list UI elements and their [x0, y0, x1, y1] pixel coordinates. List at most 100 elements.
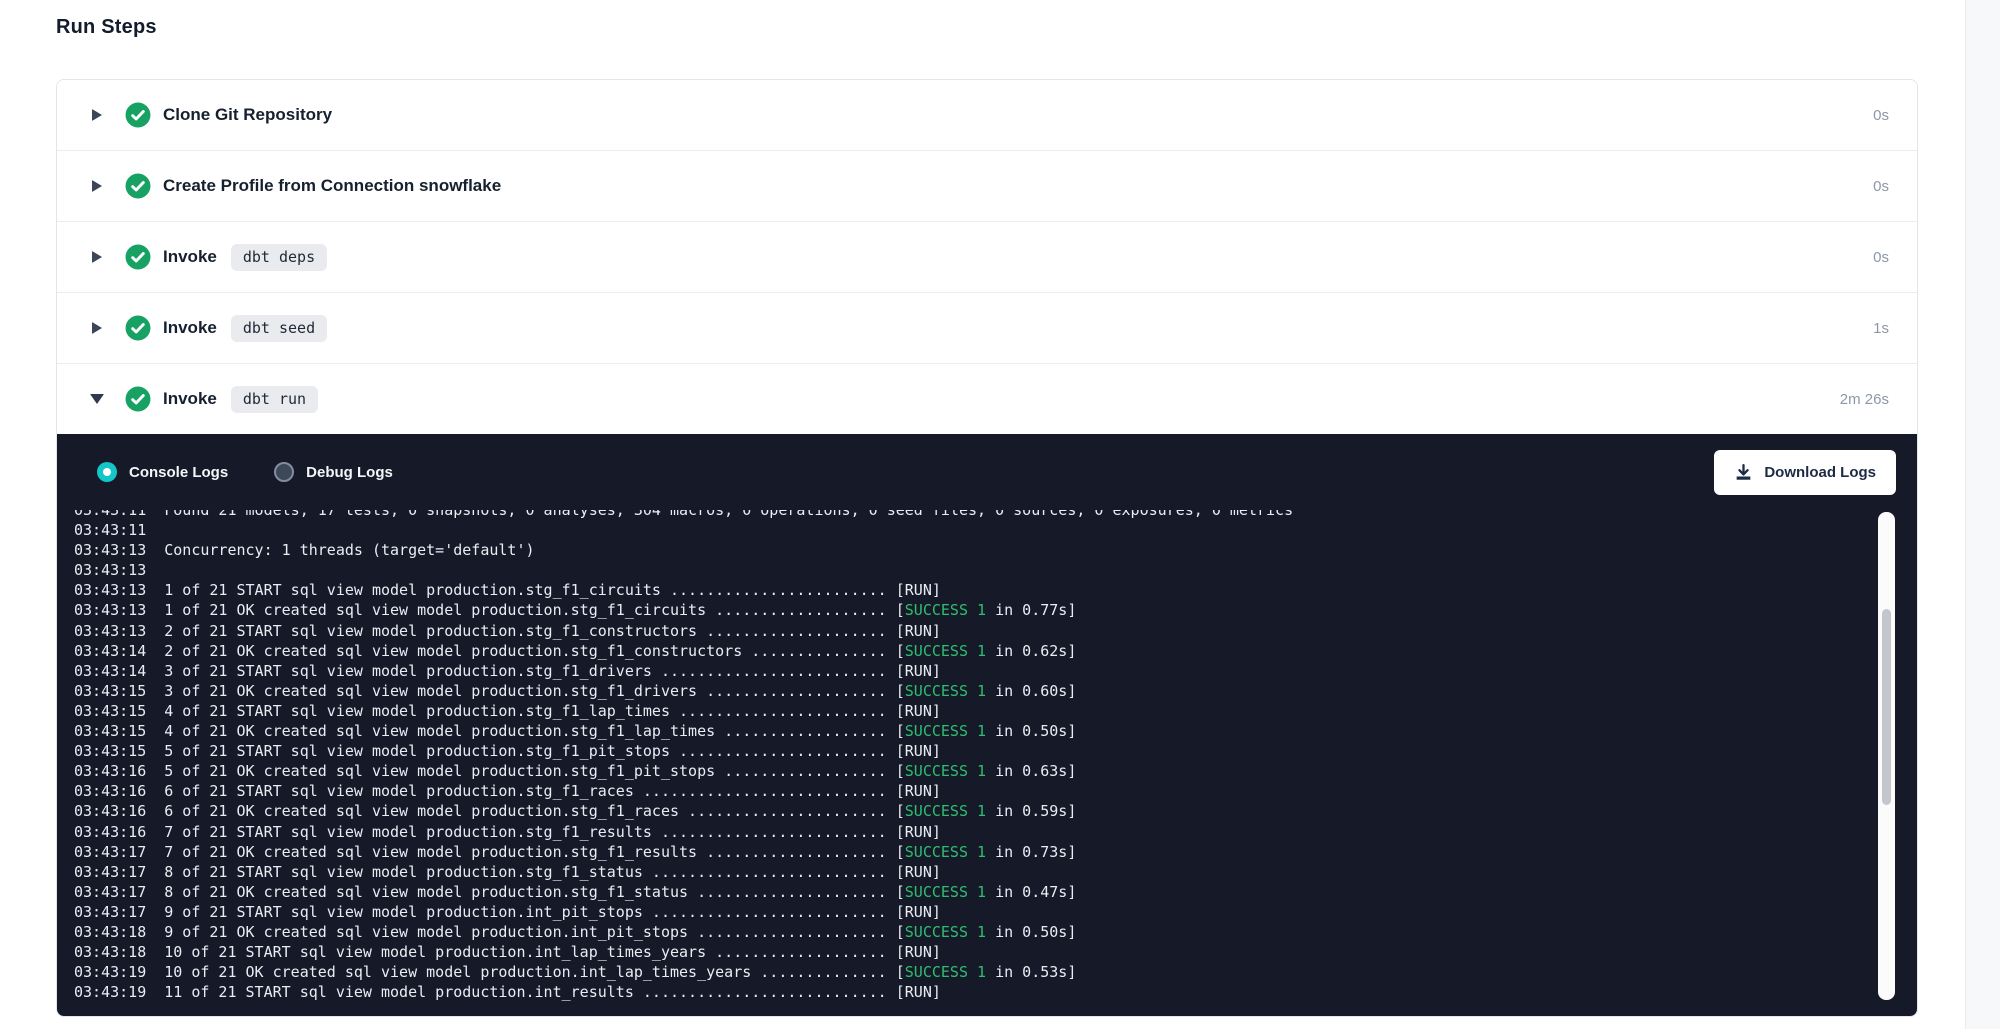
tab-debug-logs[interactable]: Debug Logs — [274, 462, 393, 482]
log-scrollbar[interactable] — [1878, 512, 1895, 1000]
log-timestamp: 03:43:11 — [74, 521, 146, 539]
run-step-row-invoke-dbt-seed[interactable]: Invokedbt seed1s — [57, 292, 1917, 363]
log-line: 03:43:167 of 21 START sql view model pro… — [74, 822, 1917, 842]
log-line: 03:43:17 9 of 21 START sql view model pro… — [74, 902, 1917, 922]
log-timestamp: 03:43:17 — [74, 903, 146, 921]
log-scrollbar-thumb[interactable] — [1882, 609, 1891, 805]
log-text: 2 of 21 OK created sql view model produc… — [164, 642, 905, 660]
radio-selected-icon[interactable] — [97, 462, 117, 482]
log-text: in 0.63s] — [986, 762, 1076, 780]
log-timestamp: 03:43:13 — [74, 581, 146, 599]
run-step-row-create-profile-from-connection-snowflake[interactable]: Create Profile from Connection snowflake… — [57, 150, 1917, 221]
log-text: 1 of 21 START sql view model production.… — [164, 581, 941, 599]
step-duration: 2m 26s — [1840, 391, 1889, 408]
step-duration: 0s — [1873, 249, 1889, 266]
log-timestamp: 03:43:16 — [74, 762, 146, 780]
log-message: 4 of 21 OK created sql view model produc… — [164, 722, 1076, 740]
log-text: 5 of 21 START sql view model production.… — [164, 742, 941, 760]
log-text: in 0.77s] — [986, 601, 1076, 619]
log-line: 03:43:14 3 of 21 START sql view model pro… — [74, 661, 1917, 681]
log-text: 11 of 21 START sql view model production… — [164, 983, 941, 1001]
tab-label: Console Logs — [129, 464, 228, 481]
log-timestamp: 03:43:13 — [74, 601, 146, 619]
caret-right-icon[interactable] — [89, 180, 104, 192]
log-line: 03:43:19 10 of 21 OK created sql view mod… — [74, 962, 1917, 982]
log-text: 8 of 21 OK created sql view model produc… — [164, 883, 905, 901]
command-badge: dbt deps — [231, 244, 327, 271]
log-text: 8 of 21 START sql view model production.… — [164, 863, 941, 881]
step-label: Invoke — [163, 247, 217, 267]
log-text: Concurrency: 1 threads (target='default'… — [164, 541, 534, 559]
right-gutter — [1965, 0, 2000, 1029]
log-line: 03:43:1810 of 21 START sql view model pr… — [74, 942, 1917, 962]
caret-shape — [92, 251, 102, 263]
log-text: in 0.47s] — [986, 883, 1076, 901]
log-message: 1 of 21 START sql view model production.… — [164, 581, 941, 599]
log-message: 3 of 21 START sql view model production.… — [164, 662, 941, 680]
log-text: in 0.60s] — [986, 682, 1076, 700]
log-message: 7 of 21 OK created sql view model produc… — [164, 843, 1076, 861]
log-success-text: SUCCESS 1 — [905, 682, 986, 700]
log-text: in 0.59s] — [986, 802, 1076, 820]
download-logs-button[interactable]: Download Logs — [1714, 450, 1896, 495]
step-duration: 0s — [1873, 107, 1889, 124]
log-text: 9 of 21 START sql view model production.… — [164, 903, 941, 921]
check-circle-icon — [125, 244, 151, 270]
caret-down-icon[interactable] — [89, 394, 104, 404]
log-text: 10 of 21 OK created sql view model produ… — [164, 963, 905, 981]
log-text: 7 of 21 START sql view model production.… — [164, 823, 941, 841]
log-timestamp: 03:43:14 — [74, 642, 146, 660]
run-step-row-clone-git-repository[interactable]: Clone Git Repository 0s — [57, 80, 1917, 150]
log-text: 4 of 21 OK created sql view model produc… — [164, 722, 905, 740]
caret-right-icon[interactable] — [89, 251, 104, 263]
log-timestamp: 03:43:14 — [74, 662, 146, 680]
log-timestamp: 03:43:16 — [74, 802, 146, 820]
log-success-text: SUCCESS 1 — [905, 802, 986, 820]
log-line: 03:43:155 of 21 START sql view model pro… — [74, 741, 1917, 761]
log-line: 03:43:16 6 of 21 START sql view model pro… — [74, 781, 1917, 801]
caret-right-icon[interactable] — [89, 322, 104, 334]
log-line: 03:43:132 of 21 START sql view model pro… — [74, 621, 1917, 641]
log-timestamp: 03:43:15 — [74, 722, 146, 740]
log-text: in 0.53s] — [986, 963, 1076, 981]
log-line: 03:43:131 of 21 OK created sql view mode… — [74, 600, 1917, 620]
log-text: in 0.50s] — [986, 722, 1076, 740]
log-timestamp: 03:43:16 — [74, 782, 146, 800]
log-text: 4 of 21 START sql view model production.… — [164, 702, 941, 720]
log-timestamp: 03:43:15 — [74, 702, 146, 720]
console-log-output[interactable]: 03:43:11Found 21 models, 17 tests, 0 sna… — [57, 510, 1917, 1016]
run-steps-card: Clone Git Repository 0s Create Profile fro… — [56, 79, 1918, 1017]
log-message: 8 of 21 START sql view model production.… — [164, 863, 941, 881]
log-line: 03:43:11 — [74, 520, 1917, 540]
log-line: 03:43:13 1 of 21 START sql view model pro… — [74, 580, 1917, 600]
log-text: 10 of 21 START sql view model production… — [164, 943, 941, 961]
caret-right-icon[interactable] — [89, 109, 104, 121]
tab-console-logs[interactable]: Console Logs — [97, 462, 228, 482]
log-timestamp: 03:43:19 — [74, 963, 146, 981]
log-timestamp: 03:43:17 — [74, 863, 146, 881]
log-text: 3 of 21 START sql view model production.… — [164, 662, 941, 680]
log-timestamp: 03:43:11 — [74, 510, 146, 519]
log-message: 4 of 21 START sql view model production.… — [164, 702, 941, 720]
log-tabs: Console Logs Debug Logs — [97, 462, 393, 482]
log-text: in 0.50s] — [986, 923, 1076, 941]
command-badge: dbt seed — [231, 315, 327, 342]
step-label: Clone Git Repository — [163, 105, 332, 125]
log-timestamp: 03:43:13 — [74, 541, 146, 559]
radio-unselected-icon[interactable] — [274, 462, 294, 482]
caret-shape — [92, 322, 102, 334]
run-step-row-invoke-dbt-deps[interactable]: Invoke dbt deps 0s — [57, 221, 1917, 292]
log-text: in 0.73s] — [986, 843, 1076, 861]
run-step-row-invoke-dbt-run[interactable]: Invokedbt run2m 26s — [57, 363, 1917, 434]
step-duration: 1s — [1873, 320, 1889, 337]
check-circle-icon — [125, 173, 151, 199]
log-line: 03:43:166 of 21 OK created sql view mode… — [74, 801, 1917, 821]
log-message: 5 of 21 OK created sql view model produc… — [164, 762, 1076, 780]
log-timestamp: 03:43:18 — [74, 923, 146, 941]
log-text: 6 of 21 START sql view model production.… — [164, 782, 941, 800]
log-text: 2 of 21 START sql view model production.… — [164, 622, 941, 640]
check-circle-icon — [125, 386, 151, 412]
command-badge: dbt run — [231, 386, 318, 413]
log-success-text: SUCCESS 1 — [905, 762, 986, 780]
log-message: 2 of 21 OK created sql view model produc… — [164, 642, 1076, 660]
